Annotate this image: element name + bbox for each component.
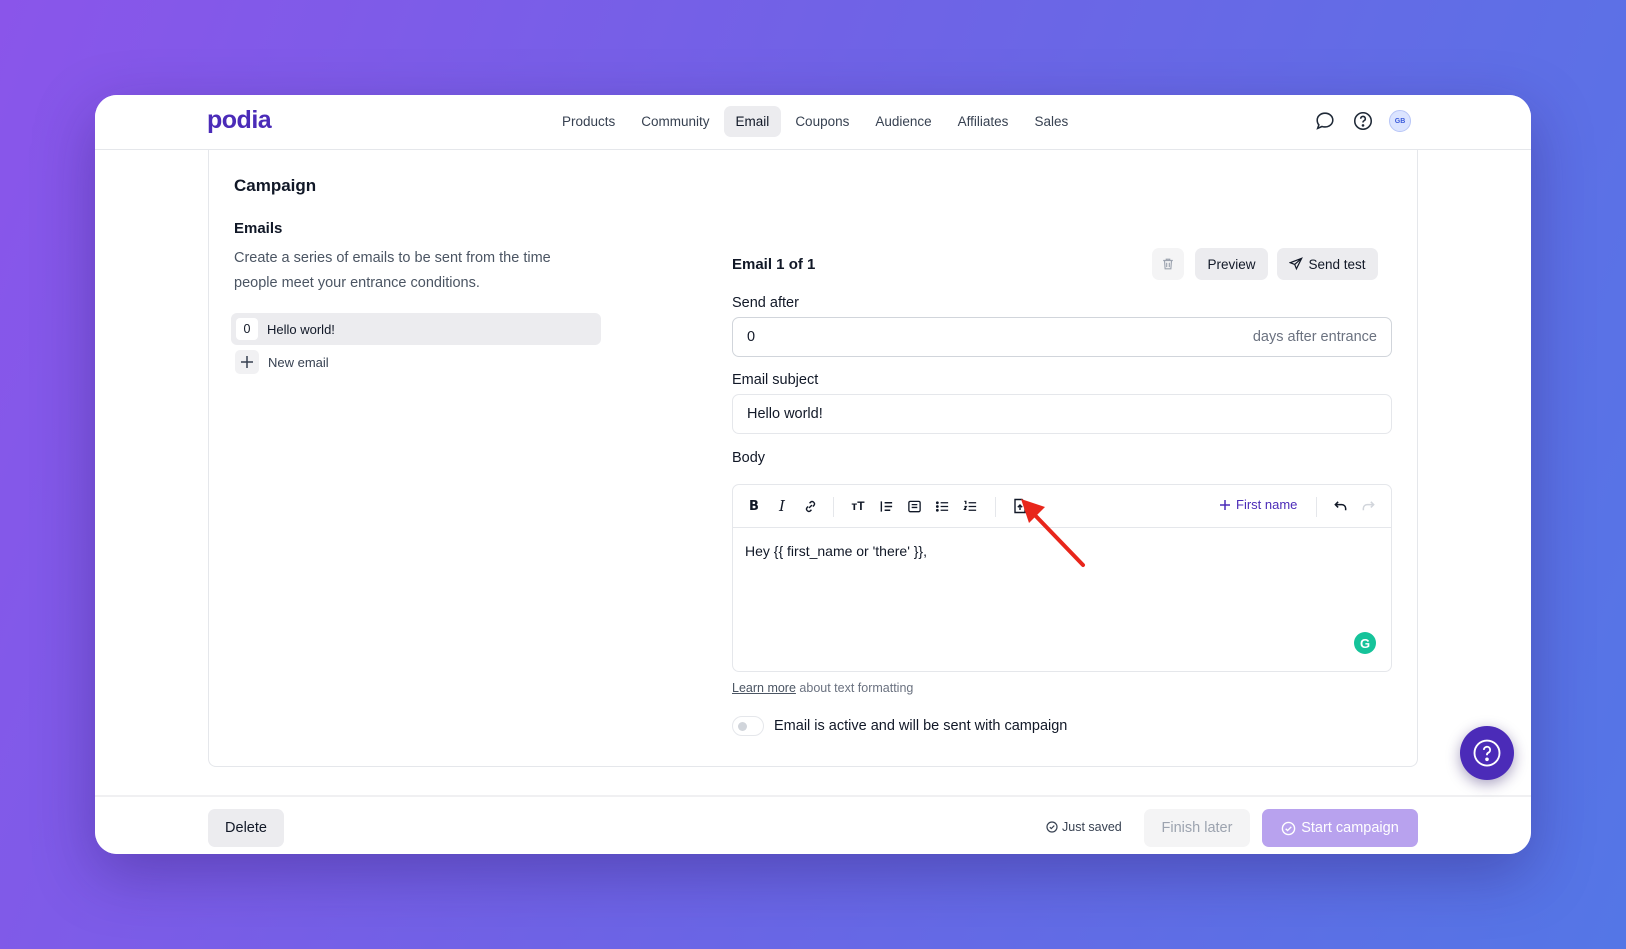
email-header: Email 1 of 1 — [732, 256, 816, 273]
toolbar-divider — [1316, 497, 1317, 517]
avatar[interactable]: GB — [1389, 110, 1411, 132]
send-after-suffix: days after entrance — [1252, 329, 1377, 345]
chat-icon[interactable] — [1313, 109, 1337, 133]
blockquote-icon[interactable] — [875, 495, 897, 517]
app-window: podia Products Community Email Coupons A… — [95, 95, 1531, 854]
nav-affiliates[interactable]: Affiliates — [946, 106, 1021, 137]
grammarly-icon[interactable]: G — [1354, 632, 1376, 654]
bold-icon[interactable]: B — [743, 495, 765, 517]
campaign-card: Campaign Emails Create a series of email… — [208, 150, 1418, 767]
nav-coupons[interactable]: Coupons — [783, 106, 861, 137]
page-title: Campaign — [234, 176, 317, 195]
nav-community[interactable]: Community — [629, 106, 721, 137]
send-test-button[interactable]: Send test — [1277, 248, 1378, 280]
send-icon — [1289, 257, 1304, 271]
nav-email[interactable]: Email — [723, 106, 782, 137]
send-after-value: 0 — [747, 329, 756, 345]
saved-label: Just saved — [1062, 820, 1122, 834]
plus-icon — [235, 350, 259, 374]
email-subject-value: Hello world! — [747, 406, 823, 422]
trash-icon — [1163, 258, 1173, 270]
email-subject-label: Email subject — [732, 372, 819, 388]
send-test-label: Send test — [1308, 256, 1366, 272]
email-index: 0 — [236, 318, 258, 340]
send-after-input[interactable]: 0 days after entrance — [732, 317, 1392, 357]
help-icon[interactable] — [1351, 109, 1375, 133]
nav-audience[interactable]: Audience — [863, 106, 943, 137]
email-subject-input[interactable]: Hello world! — [732, 394, 1392, 434]
annotation-arrow — [1021, 499, 1085, 567]
new-email-label: New email — [268, 354, 329, 370]
top-navigation: podia Products Community Email Coupons A… — [95, 95, 1531, 150]
emails-heading: Emails — [234, 220, 283, 237]
email-item-label: Hello world! — [267, 321, 335, 337]
toolbar-divider — [833, 497, 834, 517]
embed-icon[interactable] — [903, 495, 925, 517]
redo-icon[interactable] — [1357, 495, 1379, 517]
numbered-list-icon[interactable] — [959, 495, 981, 517]
save-status: Just saved — [1046, 820, 1122, 834]
nav-links: Products Community Email Coupons Audienc… — [550, 106, 1080, 137]
delete-button[interactable]: Delete — [208, 809, 284, 847]
plus-icon — [1220, 499, 1230, 510]
toggle-label: Email is active and will be sent with ca… — [774, 718, 1068, 734]
nav-products[interactable]: Products — [550, 106, 627, 137]
nav-icons: GB — [1313, 109, 1411, 133]
learn-more-rest: about text formatting — [795, 681, 914, 695]
insert-first-name-button[interactable]: First name — [1219, 497, 1297, 512]
nav-sales[interactable]: Sales — [1022, 106, 1080, 137]
send-after-label: Send after — [732, 295, 799, 311]
podia-logo[interactable]: podia — [207, 106, 272, 135]
preview-button[interactable]: Preview — [1195, 248, 1268, 280]
body-label: Body — [732, 450, 766, 466]
first-name-label: First name — [1236, 497, 1298, 512]
check-circle-icon — [1281, 821, 1296, 835]
link-icon[interactable] — [799, 495, 821, 517]
delete-email-button[interactable] — [1152, 248, 1184, 280]
italic-icon[interactable]: I — [771, 495, 793, 517]
body-text[interactable]: Hey {{ first_name or 'there' }}, — [745, 543, 927, 559]
email-active-toggle[interactable] — [732, 716, 764, 736]
finish-later-button[interactable]: Finish later — [1144, 809, 1250, 847]
help-icon — [1473, 739, 1501, 767]
emails-description: Create a series of emails to be sent fro… — [234, 250, 551, 291]
active-toggle-row: Email is active and will be sent with ca… — [732, 716, 1067, 736]
check-circle-icon — [1046, 821, 1058, 833]
learn-more-text: Learn more about text formatting — [732, 681, 913, 695]
email-list-item[interactable]: 0 Hello world! — [231, 313, 601, 345]
start-campaign-button[interactable]: Start campaign — [1262, 809, 1418, 847]
help-chat-button[interactable] — [1460, 726, 1514, 780]
footer-bar: Delete Just saved Finish later Start cam… — [95, 795, 1531, 854]
text-size-icon[interactable]: ᴛT — [847, 495, 869, 517]
start-campaign-label: Start campaign — [1301, 820, 1399, 836]
undo-icon[interactable] — [1329, 495, 1351, 517]
learn-more-link[interactable]: Learn more — [732, 681, 796, 695]
new-email-button[interactable]: New email — [235, 350, 329, 374]
bullet-list-icon[interactable] — [931, 495, 953, 517]
toolbar-divider — [995, 497, 996, 517]
